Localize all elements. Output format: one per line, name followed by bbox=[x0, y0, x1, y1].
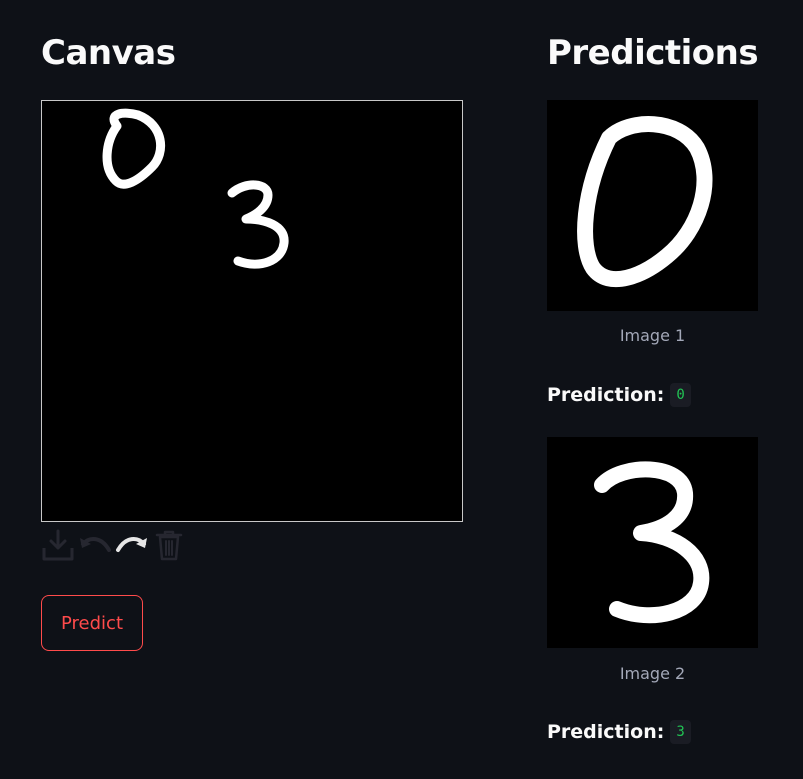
canvas-heading: Canvas bbox=[41, 33, 176, 73]
prediction-result: Prediction: 0 bbox=[547, 383, 691, 407]
prediction-label: Prediction: bbox=[547, 384, 665, 406]
drawn-digit-3 bbox=[227, 180, 289, 269]
prediction-image-1 bbox=[547, 100, 758, 311]
prediction-value: 0 bbox=[670, 383, 691, 407]
app-page: Canvas Predict Predictions Image 1 Predi… bbox=[0, 0, 803, 779]
image-caption: Image 2 bbox=[619, 664, 686, 683]
image-caption: Image 1 bbox=[619, 326, 686, 345]
canvas-strokes bbox=[102, 108, 289, 269]
download-icon[interactable] bbox=[41, 528, 78, 562]
undo-icon[interactable] bbox=[78, 528, 115, 562]
drawing-canvas[interactable] bbox=[41, 100, 463, 522]
redo-icon[interactable] bbox=[115, 528, 152, 562]
trash-icon[interactable] bbox=[152, 528, 189, 562]
prediction-label: Prediction: bbox=[547, 721, 665, 743]
drawn-digit-0 bbox=[102, 108, 165, 189]
digit-image-0 bbox=[577, 116, 713, 288]
canvas-toolbar bbox=[41, 528, 189, 562]
prediction-value: 3 bbox=[670, 720, 691, 744]
predictions-heading: Predictions bbox=[547, 33, 759, 73]
prediction-image-2 bbox=[547, 437, 758, 648]
prediction-result: Prediction: 3 bbox=[547, 720, 691, 744]
predict-button[interactable]: Predict bbox=[41, 595, 143, 651]
digit-image-3 bbox=[594, 461, 710, 624]
